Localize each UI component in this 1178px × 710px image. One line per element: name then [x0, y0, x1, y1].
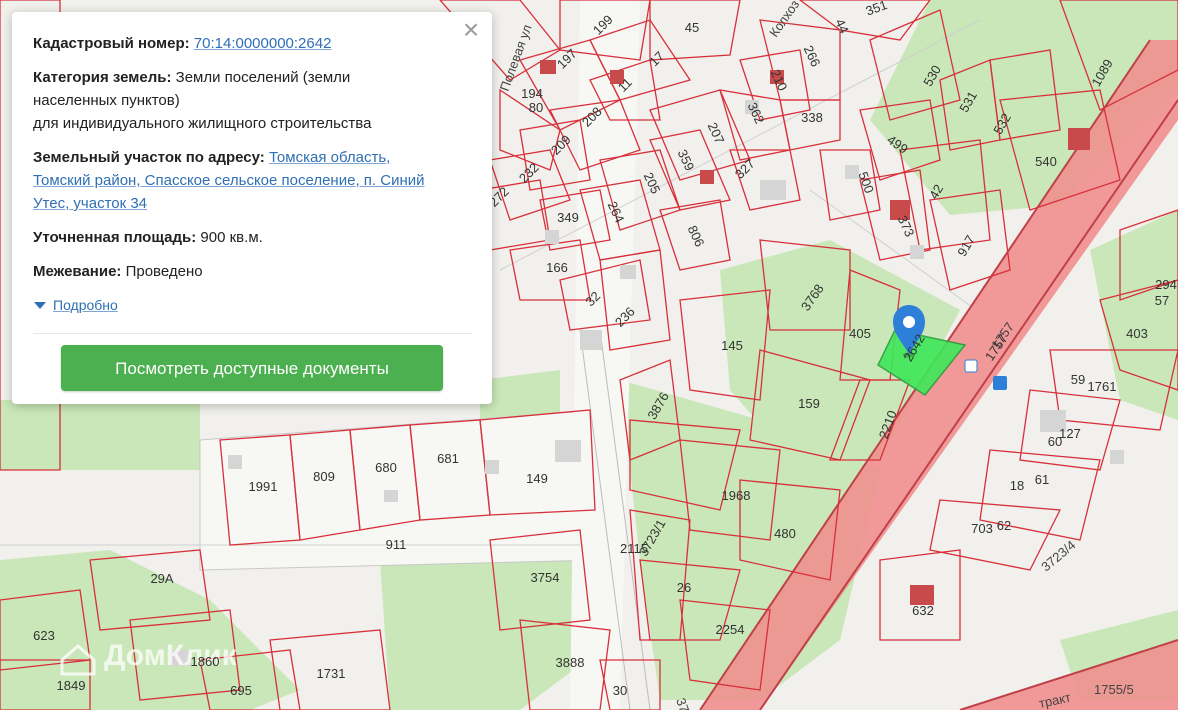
triangle-down-icon — [34, 302, 46, 309]
plot-label: 1968 — [722, 488, 751, 503]
address-row: Земельный участок по адресу: Томская обл… — [33, 146, 472, 215]
plot-label: 480 — [774, 526, 796, 541]
plot-label: 61 — [1035, 472, 1049, 487]
plot-label: 26 — [677, 580, 691, 595]
plot-label: 62 — [997, 518, 1011, 533]
plot-label: 405 — [849, 326, 871, 341]
plot-label: 166 — [546, 260, 568, 275]
plot-label: 159 — [798, 396, 820, 411]
plot-label: 3754 — [531, 570, 560, 585]
plot-label: 695 — [230, 683, 252, 698]
survey-value: Проведено — [125, 263, 203, 280]
plot-label: 3888 — [556, 655, 585, 670]
plot-label: 18 — [1010, 478, 1024, 493]
road-label-1755-5: 1755/5 — [1094, 682, 1134, 697]
plot-label: 145 — [721, 338, 743, 353]
plot-label: 809 — [313, 469, 335, 484]
plot-label: 1761 — [1088, 379, 1117, 394]
survey-label: Межевание: — [33, 263, 122, 280]
survey-row: Межевание: Проведено — [33, 260, 472, 283]
cadastral-number-link[interactable]: 70:14:0000000:2642 — [194, 35, 332, 52]
plot-label: 127 — [1059, 426, 1081, 441]
address-label: Земельный участок по адресу: — [33, 149, 265, 166]
plot-label: 403 — [1126, 326, 1148, 341]
address-link-1[interactable]: Томская область, — [269, 149, 390, 166]
land-category-row: Категория земель: Земли поселений (земли… — [33, 66, 472, 135]
plot-label: 703 — [971, 521, 993, 536]
plot-label: 911 — [386, 537, 407, 552]
plot-label: 2254 — [716, 622, 745, 637]
plot-label: 680 — [375, 460, 397, 475]
land-category-value-3: для индивидуального жилищного строительс… — [33, 115, 372, 132]
plot-label: 294 — [1155, 277, 1177, 292]
plot-label: 45 — [685, 20, 699, 35]
cadastral-number-row: Кадастровый номер: 70:14:0000000:2642 — [33, 32, 472, 55]
plot-label: 80 — [529, 100, 543, 115]
area-row: Уточненная площадь: 900 кв.м. — [33, 226, 472, 249]
plot-label: 632 — [912, 603, 934, 618]
plot-label: 623 — [33, 628, 55, 643]
plot-label: 194 — [521, 86, 543, 101]
plot-label: 60 — [1048, 434, 1062, 449]
area-label: Уточненная площадь: — [33, 229, 197, 246]
plot-label: 349 — [557, 210, 579, 225]
plot-label: 540 — [1035, 154, 1057, 169]
address-link-2[interactable]: Томский район, Спасское сельское поселен… — [33, 172, 425, 189]
address-link-3[interactable]: Утес, участок 34 — [33, 195, 147, 212]
close-icon[interactable]: × — [460, 16, 482, 44]
plot-label: 1860 — [191, 654, 220, 669]
land-category-label: Категория земель: — [33, 69, 172, 86]
land-category-value-2: населенных пунктов) — [33, 92, 180, 109]
area-value: 900 кв.м. — [200, 229, 263, 246]
plot-label: 338 — [801, 110, 823, 125]
plot-label: 681 — [437, 451, 459, 466]
plot-label: 667 — [0, 0, 11, 3]
plot-label: 59 — [1071, 372, 1085, 387]
cadastral-number-label: Кадастровый номер: — [33, 35, 190, 52]
plot-label: 149 — [526, 471, 548, 486]
land-category-value-1: Земли поселений (земли — [175, 69, 351, 86]
plot-label: 1991 — [249, 479, 278, 494]
plot-label: 1731 — [317, 666, 346, 681]
plot-label: 29А — [150, 571, 173, 586]
plot-label: 30 — [613, 683, 627, 698]
details-link[interactable]: Подробно — [53, 294, 118, 317]
parcel-info-panel: × Кадастровый номер: 70:14:0000000:2642 … — [12, 12, 492, 404]
plot-label: 1849 — [57, 678, 86, 693]
plot-label: 57 — [1155, 293, 1169, 308]
plot-label: 2115 — [620, 541, 648, 556]
details-toggle[interactable]: Подробно — [33, 294, 472, 334]
view-documents-button[interactable]: Посмотреть доступные документы — [61, 345, 443, 391]
